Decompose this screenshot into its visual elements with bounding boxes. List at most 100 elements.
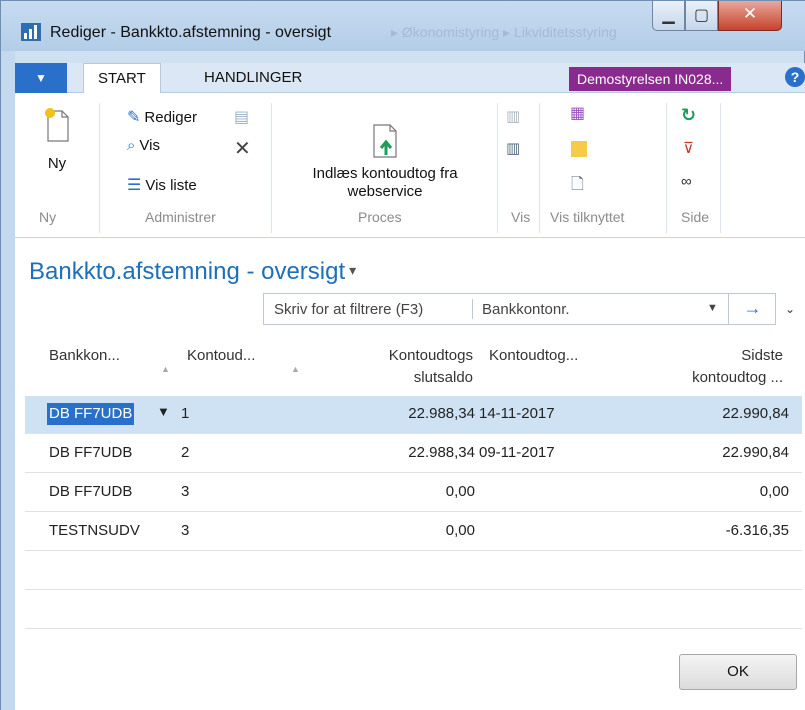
onenote-icon: ▦ — [570, 105, 586, 122]
group-label-vis-tilknyttet: Vis tilknyttet — [550, 209, 625, 225]
group-separator — [539, 103, 540, 233]
filter-go-button[interactable]: → — [728, 294, 776, 324]
table-row-empty — [25, 552, 802, 590]
title-bar: Rediger - Bankkto.afstemning - oversigt … — [1, 1, 805, 51]
filter-field-dropdown-icon[interactable]: ▼ — [707, 302, 718, 314]
cell-closing-balance: 0,00 — [445, 522, 475, 539]
import-label-line2: webservice — [347, 183, 423, 200]
maximize-button[interactable]: ▢ — [685, 1, 718, 31]
column-header-statement-date[interactable]: Kontoudtog... — [489, 345, 578, 367]
cell-closing-balance: 0,00 — [445, 483, 475, 500]
filter-field-label[interactable]: Bankkontonr. — [482, 301, 570, 318]
title-chevron-icon: ▾ — [349, 262, 357, 278]
quick-menu-button[interactable]: ▼ — [15, 63, 67, 93]
pencil-icon: ✎ — [127, 109, 141, 126]
tab-start[interactable]: START — [83, 63, 161, 94]
refresh-button[interactable]: ↻ — [681, 105, 696, 126]
clear-filter-button[interactable]: ⊽ — [683, 139, 694, 157]
cell-statement-no: 1 — [181, 405, 190, 422]
table-row[interactable]: DB FF7UDB 3 0,00 0,00 — [25, 474, 802, 512]
window-border — [1, 51, 15, 710]
link-document-icon: 🗋 — [571, 176, 584, 193]
column-header-last-statement-line2: kontoudtog ... — [692, 369, 783, 386]
table-row[interactable]: DB FF7UDB 2 22.988,34 09-11-2017 22.990,… — [25, 435, 802, 473]
content-area: Bankkto.afstemning - oversigt ▾ Skriv for… — [15, 238, 805, 710]
close-icon: ✕ — [742, 4, 758, 23]
new-document-icon — [45, 108, 69, 142]
list-view-icon: ▥ — [506, 140, 521, 157]
close-button[interactable]: ✕ — [718, 1, 782, 31]
filter-divider — [472, 299, 473, 319]
cell-statement-no: 3 — [181, 522, 190, 539]
cell-bank-account: TESTNSUDV — [49, 522, 140, 539]
window-breadcrumb: ▸ Økonomistyring ▸ Likviditetsstyring — [391, 24, 617, 40]
group-label-proces: Proces — [358, 209, 402, 225]
column-header-statement-no[interactable]: Kontoud... — [187, 345, 255, 367]
help-icon[interactable]: ? — [785, 67, 805, 87]
refresh-icon: ↻ — [681, 105, 697, 125]
cell-bank-account: DB FF7UDB — [49, 444, 133, 461]
view-button[interactable]: ⌕ Vis — [127, 137, 160, 154]
maximize-icon: ▢ — [693, 7, 710, 24]
delete-button[interactable]: ✕ — [234, 136, 251, 161]
company-badge[interactable]: Demostyrelsen IN028... — [569, 67, 732, 91]
table-row[interactable]: TESTNSUDV 3 0,00 -6.316,35 — [25, 513, 802, 551]
filter-input[interactable]: Skriv for at filtrere (F3) — [274, 301, 423, 318]
view-button-label: Vis — [139, 137, 160, 154]
lookup-dropdown-icon[interactable]: ▼ — [157, 404, 170, 419]
table-row-empty — [25, 591, 802, 629]
column-header-closing-balance-line1: Kontoudtogs — [388, 347, 473, 364]
page-title-text: Bankkto.afstemning - oversigt — [29, 258, 346, 285]
import-document-icon — [373, 124, 397, 158]
find-button[interactable]: ∞ — [681, 173, 692, 190]
column-header-bank-account[interactable]: Bankkon... — [49, 345, 120, 367]
edit-button-label: Rediger — [144, 108, 197, 126]
column-header-last-statement-line1: Sidste — [741, 347, 783, 364]
new-button[interactable]: Ny — [37, 105, 77, 172]
edit-list-button[interactable]: ▤ — [234, 107, 249, 127]
window: Rediger - Bankkto.afstemning - oversigt … — [0, 0, 805, 710]
group-separator — [99, 103, 100, 233]
binoculars-icon: ∞ — [681, 173, 692, 190]
group-separator — [720, 103, 721, 233]
import-statement-button[interactable]: Indlæs kontoudtog fra webservice — [285, 121, 485, 201]
ribbon: Ny Ny ✎ Rediger ▤ ⌕ Vis ✕ ☰ Vis liste Ad… — [15, 93, 805, 238]
edit-button[interactable]: ✎ Rediger — [127, 107, 197, 127]
cell-bank-account: DB FF7UDB — [49, 483, 133, 500]
related-notes-button[interactable] — [571, 141, 587, 157]
column-header-closing-balance[interactable]: Kontoudtogs slutsaldo — [361, 345, 473, 389]
view-list-button[interactable]: ☰ Vis liste — [127, 175, 197, 195]
vis-card-button[interactable]: ▥ — [506, 107, 520, 125]
group-label-administrer: Administrer — [145, 209, 216, 225]
group-separator — [271, 103, 272, 233]
group-separator — [666, 103, 667, 233]
related-links-button[interactable]: 🗋 — [571, 173, 584, 200]
tab-handlinger[interactable]: HANDLINGER — [190, 63, 316, 94]
related-onenote-button[interactable]: ▦ — [570, 103, 585, 123]
new-button-label: Ny — [47, 155, 67, 172]
minimize-icon: ▁ — [662, 7, 675, 24]
view-list-button-label: Vis liste — [145, 176, 197, 194]
view-icon: ⌕ — [127, 137, 136, 154]
cell-last-statement: 22.990,84 — [722, 444, 789, 461]
ok-button[interactable]: OK — [679, 654, 797, 690]
minimize-button[interactable]: ▁ — [652, 1, 685, 31]
group-label-vis: Vis — [511, 209, 531, 225]
page-title[interactable]: Bankkto.afstemning - oversigt ▾ — [29, 258, 356, 286]
cell-statement-date: 14-11-2017 — [479, 405, 555, 422]
window-title: Rediger - Bankkto.afstemning - oversigt — [50, 24, 332, 41]
vis-list-button[interactable]: ▥ — [506, 139, 520, 157]
import-label-line1: Indlæs kontoudtog fra — [312, 165, 458, 182]
table-row[interactable]: DB FF7UDB ▼ 1 22.988,34 14-11-2017 22.99… — [25, 396, 802, 434]
group-label-ny: Ny — [39, 209, 57, 225]
expand-filter-icon[interactable]: ⌄ — [785, 302, 795, 316]
sort-indicator-icon: ▲ — [291, 364, 300, 374]
ribbon-tabs: ▼ START HANDLINGER Demostyrelsen IN028..… — [15, 63, 805, 94]
cell-bank-account[interactable]: DB FF7UDB — [47, 403, 135, 425]
clear-filter-icon: ⊽ — [683, 140, 694, 157]
cell-statement-no: 3 — [181, 483, 190, 500]
group-separator — [497, 103, 498, 233]
group-label-side: Side — [681, 209, 710, 225]
column-header-closing-balance-line2: slutsaldo — [413, 369, 473, 386]
column-header-last-statement[interactable]: Sidste kontoudtog ... — [645, 345, 783, 389]
